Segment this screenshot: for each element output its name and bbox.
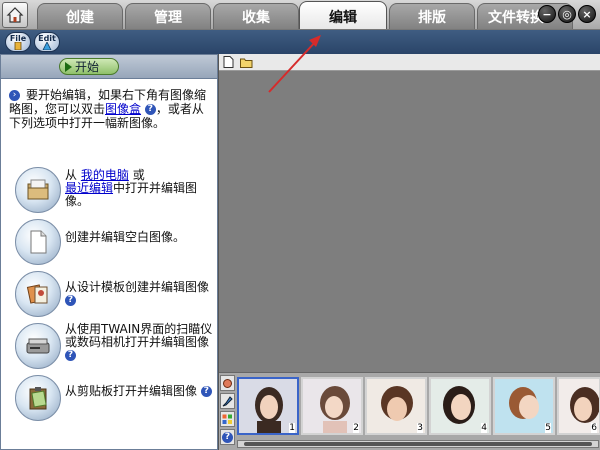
option-text: 从剪贴板打开并编辑图像 ? xyxy=(65,385,217,398)
option-from-scanner[interactable]: 从使用TWAIN界面的扫瞄仪或数码相机打开并编辑图像 ? xyxy=(13,323,213,373)
option-text: 从设计模板创建并编辑图像 ? xyxy=(65,281,217,307)
minimize-button[interactable]: − xyxy=(538,5,556,23)
help-icon[interactable]: ? xyxy=(65,295,76,306)
recent-edits-link[interactable]: 最近编辑 xyxy=(65,181,113,195)
edit-icon xyxy=(42,42,52,50)
tab-label: 收集 xyxy=(242,10,270,26)
option-text: 从 我的电脑 或 最近编辑中打开并编辑图像。 xyxy=(65,169,217,208)
thumbnail-number: 1 xyxy=(289,423,295,433)
tab-label: 创建 xyxy=(66,10,94,26)
start-label: 开始 xyxy=(75,60,100,74)
panel-header: 开始 xyxy=(1,55,217,79)
option-label: 从设计模板创建并编辑图像 xyxy=(65,280,210,294)
tab-collect[interactable]: 收集 xyxy=(213,3,299,29)
option-from-clipboard[interactable]: 从剪贴板打开并编辑图像 ? xyxy=(13,375,213,425)
thumbnail-number: 5 xyxy=(545,423,551,433)
option-label: 从剪贴板打开并编辑图像 xyxy=(65,384,198,398)
intro-text: › 要开始编辑，如果右下角有图像缩略图，您可以双击图像盒 ? ，或者从下列选项中打开… xyxy=(9,88,209,130)
window-controls: − ◎ × xyxy=(538,5,596,23)
image-tray-link[interactable]: 图像盒 xyxy=(105,102,141,116)
open-folder-icon[interactable] xyxy=(240,57,253,68)
tab-label: 排版 xyxy=(418,10,446,26)
image-tray-tools: ? xyxy=(220,375,235,449)
thumbnail[interactable]: 6 xyxy=(557,377,600,435)
home-button[interactable] xyxy=(2,2,28,28)
tab-layout[interactable]: 排版 xyxy=(389,3,475,29)
thumbnail[interactable]: 2 xyxy=(301,377,363,435)
tab-label: 管理 xyxy=(154,10,182,26)
thumbnail[interactable]: 4 xyxy=(429,377,491,435)
home-icon xyxy=(6,7,24,23)
help-icon[interactable]: ? xyxy=(200,386,212,397)
tab-label: 编辑 xyxy=(329,9,357,26)
option-text: 从使用TWAIN界面的扫瞄仪或数码相机打开并编辑图像 ? xyxy=(65,323,217,362)
start-button[interactable]: 开始 xyxy=(59,58,119,75)
grid-view-icon[interactable] xyxy=(220,411,235,427)
thumbnail-number: 2 xyxy=(353,423,359,433)
scrollbar-thumb[interactable] xyxy=(244,442,592,446)
option-label: 从使用TWAIN界面的扫瞄仪或数码相机打开并编辑图像 xyxy=(65,322,213,349)
option-prefix: 从 xyxy=(65,168,78,182)
tray-help-icon: ? xyxy=(222,431,233,443)
thumbnail-number: 6 xyxy=(591,423,597,433)
play-icon xyxy=(65,61,72,72)
open-folder-icon xyxy=(15,167,61,213)
editor-workspace: ? 1 2 3 4 5 6 xyxy=(218,54,600,450)
clipboard-icon xyxy=(15,375,61,421)
thumbnail-number: 4 xyxy=(481,423,487,433)
image-tray: ? 1 2 3 4 5 6 xyxy=(219,372,600,450)
edit-image-icon[interactable] xyxy=(220,393,235,409)
help-icon[interactable]: ? xyxy=(144,104,156,115)
option-mid: 或 xyxy=(132,168,145,182)
scanner-icon xyxy=(15,323,61,369)
tab-create[interactable]: 创建 xyxy=(37,3,123,29)
thumbnail-number: 3 xyxy=(417,423,423,433)
info-icon: › xyxy=(9,90,20,101)
tab-edit[interactable]: 编辑 xyxy=(299,1,387,29)
edit-start-panel: 开始 › 要开始编辑，如果右下角有图像缩略图，您可以双击图像盒 ? ，或者从下列选项… xyxy=(0,54,218,450)
thumbnail[interactable]: 3 xyxy=(365,377,427,435)
file-menu-button[interactable]: File xyxy=(5,32,31,52)
template-icon xyxy=(15,271,61,317)
tray-scrollbar[interactable] xyxy=(237,440,599,448)
file-icon xyxy=(14,42,22,50)
close-button[interactable]: × xyxy=(578,5,596,23)
main-tab-bar: 创建 管理 收集 编辑 排版 文件转换 − ◎ × xyxy=(0,0,600,30)
thumbnail[interactable]: 5 xyxy=(493,377,555,435)
help-icon[interactable]: ? xyxy=(65,350,76,361)
my-computer-link[interactable]: 我的电脑 xyxy=(81,168,129,182)
annotation-arrow xyxy=(268,35,321,93)
new-file-icon[interactable] xyxy=(223,56,234,68)
option-from-template[interactable]: 从设计模板创建并编辑图像 ? xyxy=(13,271,213,321)
edit-menu-button[interactable]: Edit xyxy=(34,32,60,52)
option-open-file[interactable]: 从 我的电脑 或 最近编辑中打开并编辑图像。 xyxy=(13,167,213,217)
photo-tray-icon[interactable] xyxy=(220,375,235,391)
option-new-blank[interactable]: 创建并编辑空白图像。 xyxy=(13,219,213,269)
option-text: 创建并编辑空白图像。 xyxy=(65,230,186,244)
help-icon[interactable]: ? xyxy=(220,429,235,445)
restore-button[interactable]: ◎ xyxy=(558,5,576,23)
tab-manage[interactable]: 管理 xyxy=(125,3,211,29)
blank-page-icon xyxy=(15,219,61,265)
tab-label: 文件转换 xyxy=(488,10,544,26)
thumbnail[interactable]: 1 xyxy=(237,377,299,435)
